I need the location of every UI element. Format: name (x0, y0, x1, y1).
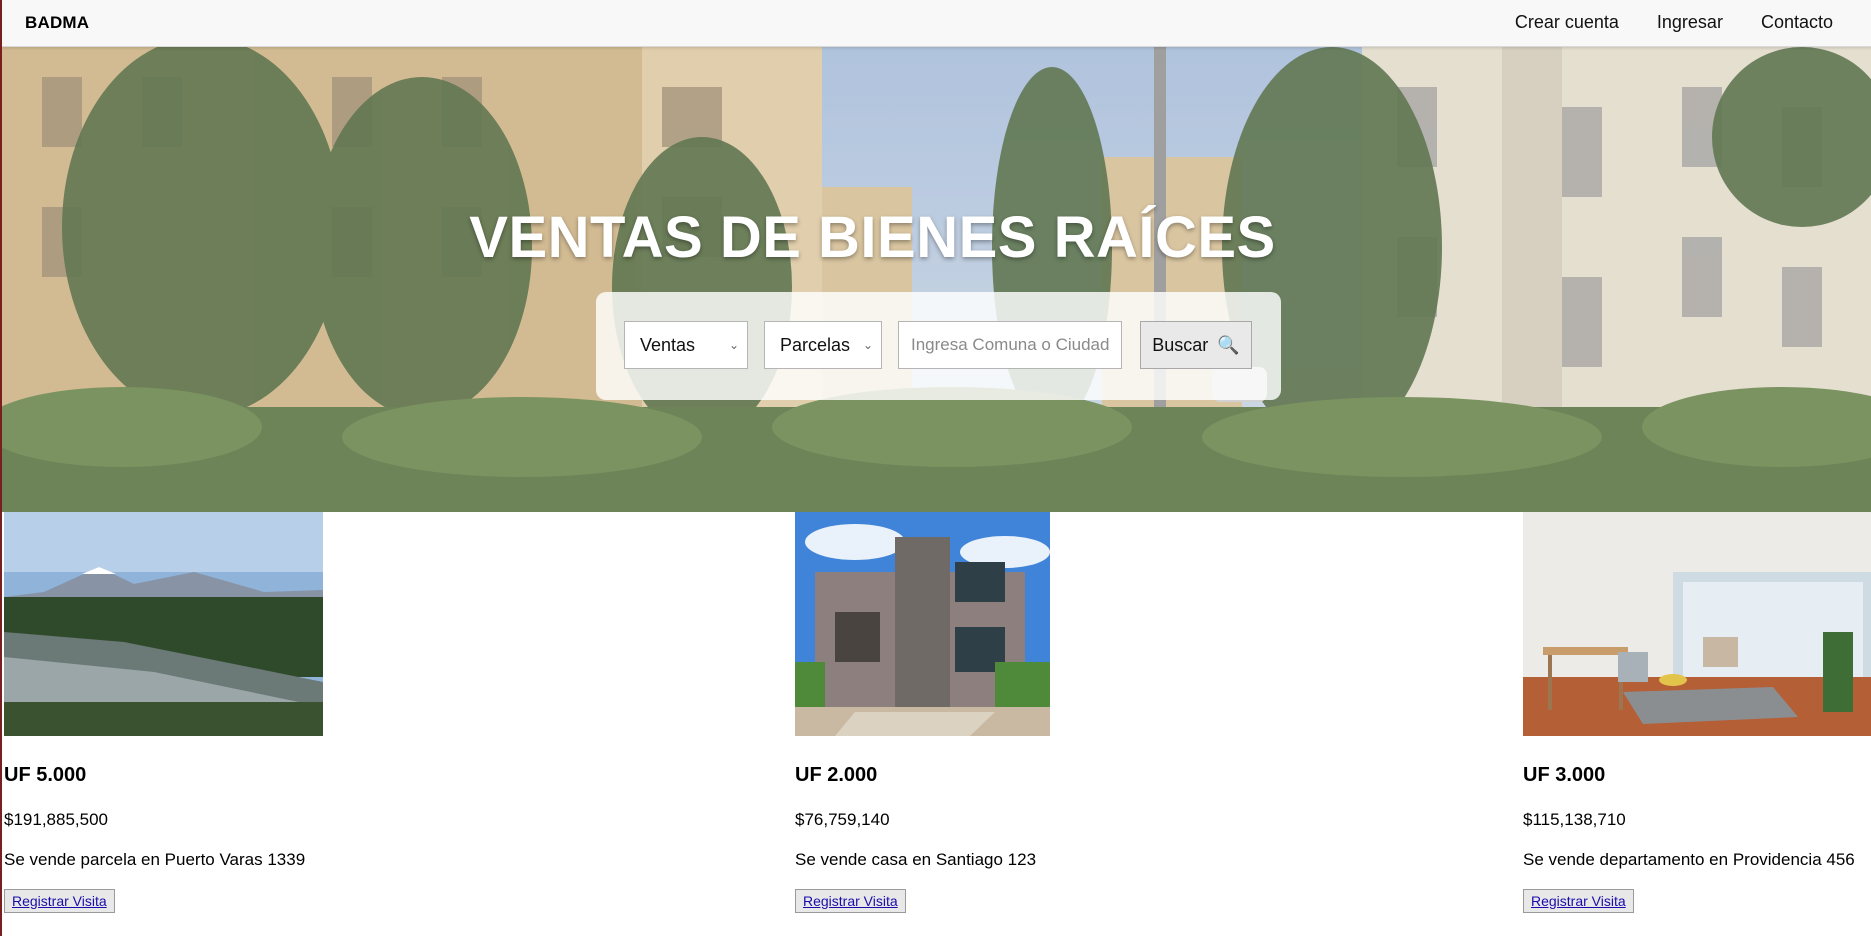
listing-card: UF 3.000 $115,138,710 Se vende departame… (1523, 512, 1871, 913)
listing-card: UF 5.000 $191,885,500 Se vende parcela e… (4, 512, 323, 913)
nav-link-crear-cuenta[interactable]: Crear cuenta (1515, 12, 1619, 33)
brand-logo[interactable]: BADMA (25, 13, 89, 33)
page: BADMA Crear cuenta Ingresar Contacto VEN… (0, 0, 1871, 936)
location-search-input[interactable] (898, 321, 1122, 369)
top-navbar: BADMA Crear cuenta Ingresar Contacto (2, 0, 1871, 47)
register-visit-button[interactable]: Registrar Visita (1523, 889, 1634, 913)
register-visit-button[interactable]: Registrar Visita (4, 889, 115, 913)
listing-price-uf: UF 3.000 (1523, 764, 1606, 786)
hero-title: VENTAS DE BIENES RAÍCES (469, 205, 1276, 270)
nav-link-contacto[interactable]: Contacto (1761, 12, 1833, 33)
modern-house-photo (795, 512, 1050, 736)
operation-select-value: Ventas (640, 335, 696, 355)
search-button[interactable]: Buscar 🔍 (1140, 321, 1252, 369)
listing-description: Se vende departamento en Providencia 456 (1523, 850, 1855, 869)
listing-description: Se vende casa en Santiago 123 (795, 850, 1037, 869)
listing-image[interactable] (1523, 512, 1871, 736)
chevron-down-icon: ⌄ (862, 338, 873, 352)
listing-price-clp: $191,885,500 (4, 810, 108, 829)
nav-links: Crear cuenta Ingresar Contacto (1515, 12, 1833, 33)
listing-price-clp: $115,138,710 (1523, 810, 1626, 829)
listing-price-clp: $76,759,140 (795, 810, 890, 829)
apartment-interior-photo (1523, 512, 1871, 736)
river-forest-volcano-photo (4, 512, 323, 736)
listing-image[interactable] (4, 512, 323, 736)
listing-price-uf: UF 5.000 (4, 764, 87, 786)
search-button-label: Buscar (1152, 334, 1209, 355)
search-panel: Ventas ⌄ Parcelas ⌄ Buscar 🔍 (596, 292, 1281, 400)
nav-link-ingresar[interactable]: Ingresar (1657, 12, 1723, 33)
property-type-select-value: Parcelas (780, 335, 851, 355)
hero-background-photo (2, 47, 1871, 512)
operation-select[interactable]: Ventas ⌄ (624, 321, 748, 369)
chevron-down-icon: ⌄ (728, 338, 739, 352)
property-type-select[interactable]: Parcelas ⌄ (764, 321, 882, 369)
listing-description: Se vende parcela en Puerto Varas 1339 (4, 850, 306, 869)
listing-price-uf: UF 2.000 (795, 764, 878, 786)
magnifier-icon: 🔍 (1217, 334, 1240, 355)
hero-banner: VENTAS DE BIENES RAÍCES Ventas ⌄ Parcela… (2, 47, 1871, 512)
register-visit-button[interactable]: Registrar Visita (795, 889, 906, 913)
listing-card: UF 2.000 $76,759,140 Se vende casa en Sa… (795, 512, 1050, 913)
listing-image[interactable] (795, 512, 1050, 736)
